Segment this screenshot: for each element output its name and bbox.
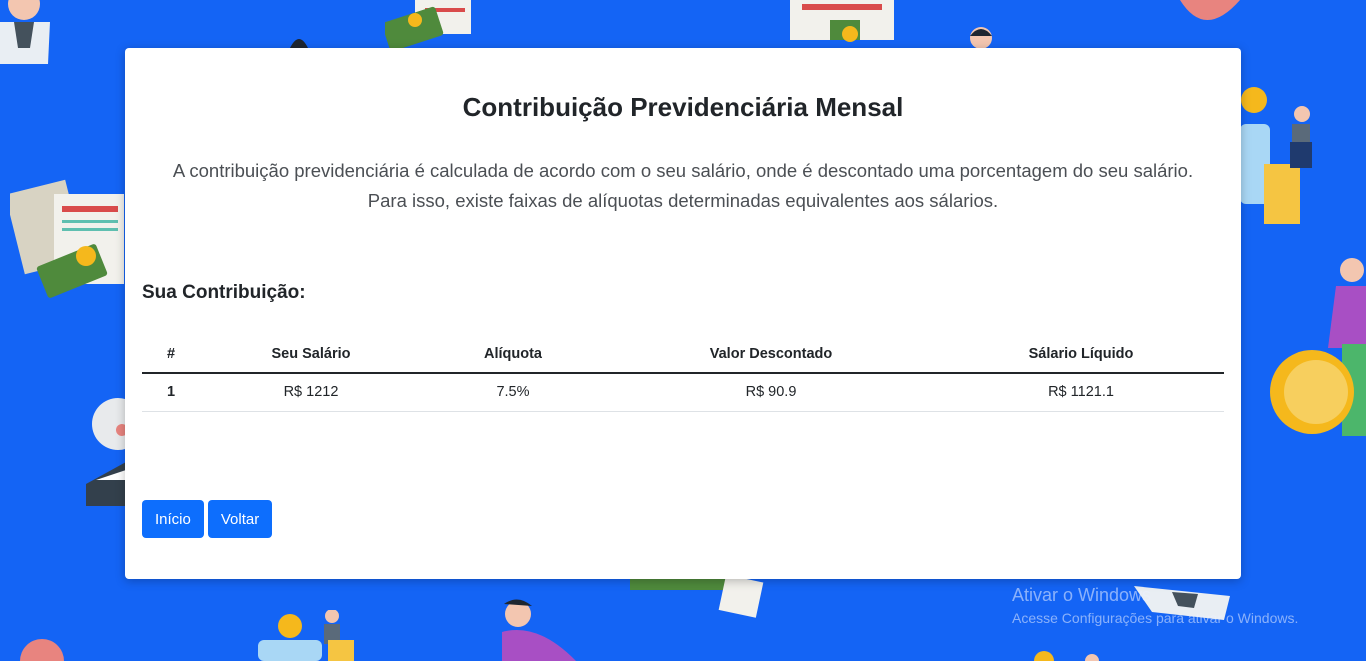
person-with-coin-illustration xyxy=(1270,258,1366,436)
person-illustration xyxy=(502,599,576,661)
contribution-card: Contribuição Previdenciária Mensal A con… xyxy=(125,48,1241,579)
documents-money-illustration xyxy=(10,179,124,298)
intro-text: A contribuição previdenciária é calculad… xyxy=(172,160,1194,211)
money-documents-illustration xyxy=(385,0,471,48)
person-head-illustration xyxy=(970,27,992,49)
column-header-index: # xyxy=(142,335,200,374)
coins-jar-illustration xyxy=(1240,87,1312,224)
home-button[interactable]: Início xyxy=(142,500,204,538)
table-header-row: # Seu Salário Alíquota Valor Descontado … xyxy=(142,335,1224,374)
contribution-table: # Seu Salário Alíquota Valor Descontado … xyxy=(142,335,1224,412)
money-documents-illustration xyxy=(630,578,764,618)
watermark-subtitle: Acesse Configurações para ativar o Windo… xyxy=(1012,610,1299,626)
section-title: Sua Contribuição: xyxy=(142,282,306,303)
action-buttons: Início Voltar xyxy=(142,500,273,538)
coin-icon xyxy=(1034,651,1099,661)
column-header-rate: Alíquota xyxy=(422,335,604,374)
column-header-salary: Seu Salário xyxy=(200,335,422,374)
cell-index: 1 xyxy=(142,373,200,412)
cell-net-salary: R$ 1121.1 xyxy=(938,373,1224,412)
page-title: Contribuição Previdenciária Mensal xyxy=(462,92,904,122)
document-illustration xyxy=(790,0,894,42)
watermark-title: Ativar o Windows xyxy=(1012,585,1152,605)
table-row: 1 R$ 1212 7.5% R$ 90.9 R$ 1121.1 xyxy=(142,373,1224,412)
cell-rate: 7.5% xyxy=(422,373,604,412)
cell-salary: R$ 1212 xyxy=(200,373,422,412)
piggy-bank-illustration xyxy=(20,639,64,661)
coins-jar-illustration xyxy=(258,610,354,661)
person-illustration xyxy=(0,0,50,64)
back-button[interactable]: Voltar xyxy=(207,500,273,538)
column-header-net-salary: Sálario Líquido xyxy=(938,335,1224,374)
cell-discount: R$ 90.9 xyxy=(604,373,938,412)
piggy-bank-illustration xyxy=(1180,0,1240,20)
column-header-discount: Valor Descontado xyxy=(604,335,938,374)
windows-activation-watermark: Ativar o Windows Acesse Configurações pa… xyxy=(1012,585,1298,626)
elderly-person-illustration xyxy=(86,398,126,506)
